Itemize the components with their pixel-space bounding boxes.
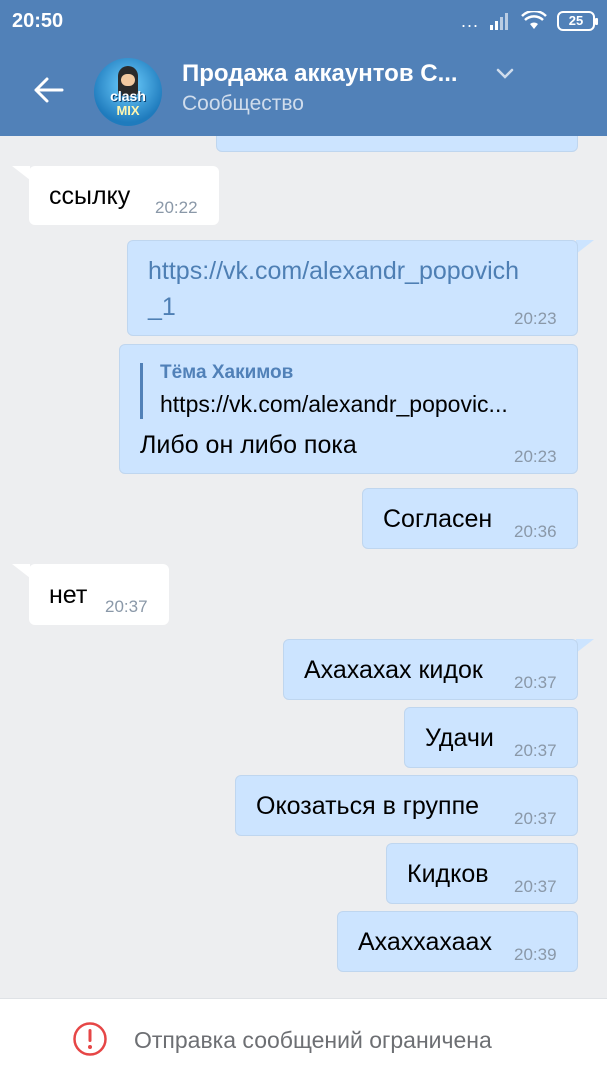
more-dots-icon: ... <box>460 11 479 31</box>
bubble-tail <box>12 564 30 578</box>
wifi-icon <box>521 11 547 29</box>
back-button[interactable] <box>22 66 74 114</box>
chat-subtitle: Сообщество <box>182 92 304 115</box>
status-icons: ... 25 <box>460 10 598 32</box>
signal-icon <box>490 13 508 30</box>
message-bubble[interactable]: Ахахахах кидок 20:37 <box>283 639 578 700</box>
message-bubble[interactable]: ссылку 20:22 <box>29 166 219 225</box>
alert-circle-icon <box>73 1022 107 1056</box>
compose-restricted-bar: Отправка сообщений ограничена <box>0 998 607 1080</box>
bubble-tail <box>576 240 594 254</box>
message-bubble[interactable]: https://vk.com/alexandr_popovich _1 20:2… <box>127 240 578 336</box>
arrow-left-icon <box>34 77 64 103</box>
message-link[interactable]: https://vk.com/alexandr_popovich <box>148 257 519 286</box>
message-text: нет <box>49 581 88 609</box>
message-text: Удачи <box>425 724 494 752</box>
message-time: 20:22 <box>155 198 198 217</box>
message-bubble-reply[interactable]: Тёма Хакимов https://vk.com/alexandr_pop… <box>119 344 578 474</box>
message-bubble[interactable]: Окозаться в группе 20:37 <box>235 775 578 836</box>
avatar-face <box>121 74 135 86</box>
bubble-tail <box>576 639 594 653</box>
message-time: 20:37 <box>514 877 557 896</box>
message-bubble[interactable]: Согласен 20:36 <box>362 488 578 549</box>
message-text: ссылку <box>49 182 131 210</box>
message-bubble[interactable]: нет 20:37 <box>29 564 169 625</box>
reply-quoted-text: https://vk.com/alexandr_popovic... <box>160 391 508 417</box>
message-time: 20:37 <box>514 741 557 760</box>
message-bubble[interactable]: Ахаххахаах 20:39 <box>337 911 578 972</box>
status-time: 20:50 <box>12 10 64 32</box>
bubble-tail <box>12 166 30 180</box>
message-link-continued[interactable]: _1 <box>148 293 176 322</box>
message-text: Согласен <box>383 505 493 533</box>
message-text: Ахахахах кидок <box>304 656 483 684</box>
reply-quote-bar <box>140 363 143 419</box>
message-bubble[interactable]: Удачи 20:37 <box>404 707 578 768</box>
message-text: Окозаться в группе <box>256 792 480 820</box>
message-text: Ахаххахаах <box>358 928 492 956</box>
message-text: Кидков <box>407 860 489 888</box>
avatar-logo-text-2: MIX <box>116 103 140 118</box>
message-time: 20:23 <box>514 447 557 466</box>
message-time: 20:39 <box>514 945 557 964</box>
message-time: 20:37 <box>105 597 148 616</box>
chat-title[interactable]: Продажа аккаунтов С... <box>182 60 458 88</box>
message-time: 20:23 <box>514 309 557 328</box>
status-bar: 20:50 ... 25 <box>0 0 607 44</box>
message-time: 20:37 <box>514 809 557 828</box>
message-bubble[interactable]: Кидков 20:37 <box>386 843 578 904</box>
message-time: 20:37 <box>514 673 557 692</box>
restriction-notice: Отправка сообщений ограничена <box>134 1027 492 1053</box>
battery-icon: 25 <box>557 11 598 31</box>
message-time: 20:36 <box>514 522 557 541</box>
avatar-logo-text: clash <box>110 88 146 104</box>
chat-header: 20:50 ... 25 clash MIX Продажа аккаунтов… <box>0 0 607 136</box>
message-text: Либо он либо пока <box>140 431 357 459</box>
community-avatar[interactable]: clash MIX <box>94 58 162 126</box>
chevron-down-icon[interactable] <box>494 62 516 84</box>
reply-author[interactable]: Тёма Хакимов <box>160 362 293 384</box>
